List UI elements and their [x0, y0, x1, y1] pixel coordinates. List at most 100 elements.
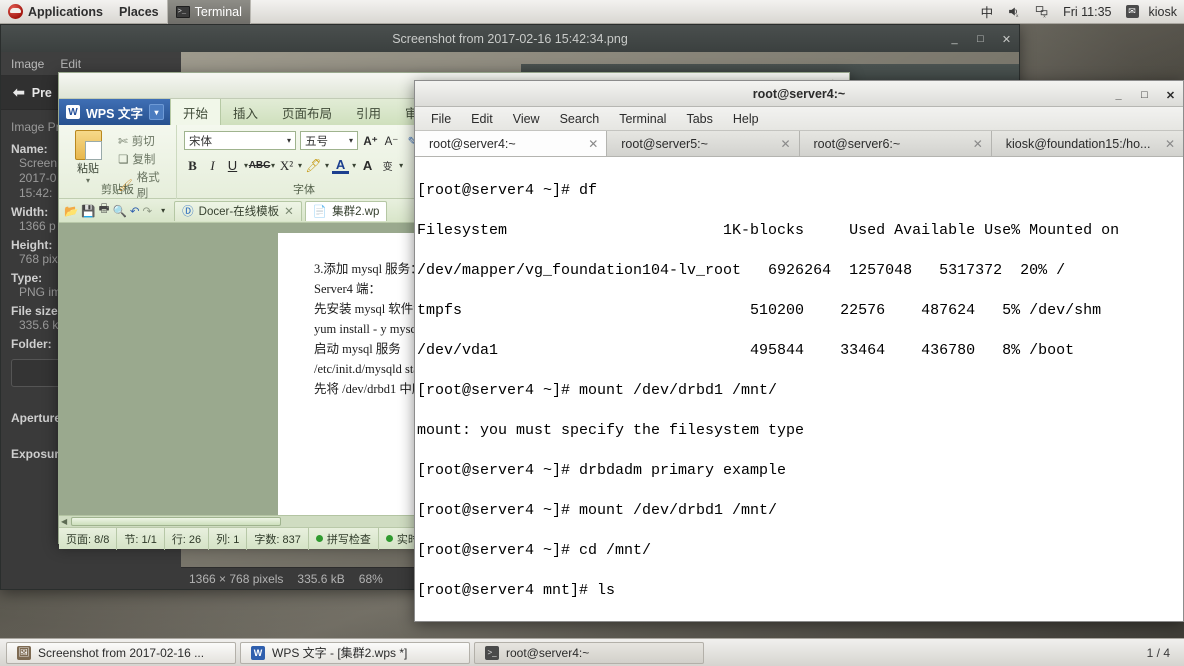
minimize-button[interactable]: _ [948, 33, 961, 46]
open-icon[interactable]: 📂 [64, 204, 78, 218]
scrollbar-thumb[interactable] [71, 517, 282, 526]
property-key: Height: [11, 238, 53, 252]
increase-font-size-button[interactable]: A⁺ [362, 132, 379, 149]
ribbon-tab-page-layout[interactable]: 页面布局 [270, 99, 344, 125]
cut-button[interactable]: ✄ 剪切 [118, 133, 169, 149]
workspace-switcher[interactable]: 1 / 4 [1147, 646, 1178, 660]
menu-edit[interactable]: Edit [471, 112, 493, 126]
network-button[interactable]: x [1028, 0, 1056, 24]
chevron-down-icon: ▾ [286, 136, 291, 145]
character-shading-button[interactable]: A [359, 157, 376, 174]
status-spellcheck[interactable]: 拼写检查 [309, 527, 379, 550]
places-menu-label: Places [119, 4, 159, 19]
paste-icon[interactable] [74, 130, 102, 160]
window-list-terminal[interactable]: >_ Terminal [166, 0, 251, 24]
font-color-button[interactable]: A [332, 157, 350, 174]
minimize-button[interactable]: _ [1112, 89, 1125, 102]
places-menu[interactable]: Places [111, 0, 167, 24]
phonetic-guide-button[interactable]: 变 [379, 157, 396, 174]
document-tab-cluster2[interactable]: 📄 集群2.wp [304, 200, 388, 221]
print-icon[interactable]: 🖶 [99, 201, 110, 220]
image-zoom-label: 68% [358, 571, 383, 586]
font-size-select[interactable]: 五号 ▾ [300, 131, 358, 150]
document-tab-docer[interactable]: Ⓓ Docer-在线模板 ✕ [174, 200, 302, 221]
volume-muted-icon: x [1009, 7, 1019, 18]
status-dot-icon [315, 535, 323, 542]
menu-view[interactable]: View [513, 112, 540, 126]
ribbon-tab-start[interactable]: 开始 [169, 99, 221, 125]
terminal-title: root@server4:~ [752, 86, 846, 101]
property-key: Folder: [11, 337, 52, 351]
chevron-down-icon[interactable]: ▾ [244, 161, 248, 170]
bold-button[interactable]: B [184, 157, 201, 174]
volume-button[interactable]: x [1000, 0, 1028, 24]
paste-label[interactable]: 粘贴 [66, 160, 110, 176]
scroll-left-arrow-icon[interactable]: ◀ [59, 517, 69, 526]
applications-menu[interactable]: Applications [0, 0, 111, 24]
menu-help[interactable]: Help [733, 112, 759, 126]
close-icon[interactable]: ✕ [284, 204, 294, 218]
chevron-down-icon[interactable]: ▾ [271, 161, 275, 170]
ribbon-tab-references[interactable]: 引用 [344, 99, 393, 125]
menu-terminal[interactable]: Terminal [619, 112, 666, 126]
taskbar-button-wps[interactable]: W WPS 文字 - [集群2.wps *] [240, 641, 470, 664]
close-icon[interactable]: ✕ [973, 137, 983, 151]
menu-search[interactable]: Search [560, 112, 600, 126]
terminal-output[interactable]: [root@server4 ~]# df Filesystem 1K-block… [415, 157, 1183, 621]
network-disconnected-icon: x [1036, 6, 1048, 18]
close-icon[interactable]: ✕ [780, 137, 790, 151]
user-account-icon: ✉ [1125, 5, 1139, 18]
highlight-color-button[interactable]: 🖊 [305, 157, 322, 174]
copy-button[interactable]: ❏ 复制 [118, 151, 169, 167]
chevron-down-icon[interactable]: ▾ [352, 161, 356, 170]
ribbon-tab-insert[interactable]: 插入 [221, 99, 270, 125]
terminal-tab-server5[interactable]: root@server5:~ ✕ [607, 131, 800, 156]
menu-tabs[interactable]: Tabs [686, 112, 712, 126]
maximize-button[interactable]: □ [974, 33, 987, 46]
taskbar-button-screenshot[interactable]: 🖼 Screenshot from 2017-02-16 ... [6, 641, 236, 664]
close-icon[interactable]: ✕ [1165, 137, 1175, 151]
undo-icon[interactable]: ↶ [130, 204, 140, 218]
taskbar-button-label: WPS 文字 - [集群2.wps *] [272, 646, 408, 660]
taskbar-button-terminal[interactable]: >_ root@server4:~ [474, 641, 704, 664]
menu-image[interactable]: Image [11, 57, 44, 71]
close-button[interactable]: ✕ [1000, 33, 1013, 46]
wps-app-button[interactable]: W WPS 文字 ▾ [59, 99, 170, 125]
wps-logo-icon: W [66, 105, 80, 119]
save-icon[interactable]: 💾 [81, 204, 95, 218]
terminal-line: [root@server4 ~]# drbdadm primary exampl… [417, 462, 787, 479]
close-icon[interactable]: ✕ [588, 137, 598, 151]
clock[interactable]: Fri 11:35 [1056, 0, 1118, 24]
bottom-panel: 🖼 Screenshot from 2017-02-16 ... W WPS 文… [0, 638, 1184, 666]
font-name-select[interactable]: 宋体 ▾ [184, 131, 296, 150]
superscript-button[interactable]: X² [278, 157, 295, 174]
quick-access-more-icon[interactable]: ▾ [155, 206, 171, 215]
strikethrough-button[interactable]: ABC [249, 157, 271, 174]
chevron-down-icon[interactable]: ▾ [298, 161, 302, 170]
ribbon-group-font: 宋体 ▾ 五号 ▾ A⁺ A⁻ ✎ B I U ▾ ABC ▾ X² ▾ 🖊 ▾… [177, 125, 432, 199]
terminal-line: /dev/vda1 495844 33464 436780 8% /boot [417, 342, 1075, 359]
terminal-window[interactable]: root@server4:~ _ □ ✕ File Edit View Sear… [414, 80, 1184, 622]
input-method-indicator[interactable]: 中 [974, 0, 1001, 24]
status-spellcheck-label: 拼写检查 [326, 533, 371, 546]
decrease-font-size-button[interactable]: A⁻ [383, 132, 400, 149]
chevron-down-icon[interactable]: ▾ [325, 161, 329, 170]
print-preview-icon[interactable]: 🔍 [113, 204, 127, 218]
chevron-down-icon[interactable]: ▾ [148, 104, 164, 120]
terminal-tab-foundation15[interactable]: kiosk@foundation15:/ho... ✕ [991, 131, 1183, 156]
italic-button[interactable]: I [204, 157, 221, 174]
terminal-tab-server4[interactable]: root@server4:~ ✕ [415, 131, 608, 156]
underline-button[interactable]: U [224, 157, 241, 174]
image-dimensions-label: 1366 × 768 pixels [189, 571, 284, 586]
menu-edit[interactable]: Edit [60, 57, 81, 71]
close-button[interactable]: ✕ [1164, 89, 1177, 102]
image-viewer-titlebar[interactable]: Screenshot from 2017-02-16 15:42:34.png … [0, 24, 1020, 52]
user-menu[interactable]: ✉ kiosk [1119, 0, 1184, 24]
chevron-down-icon[interactable]: ▾ [399, 161, 403, 170]
terminal-tab-server6[interactable]: root@server6:~ ✕ [799, 131, 992, 156]
chevron-down-icon: ▾ [348, 136, 353, 145]
redo-icon[interactable]: ↷ [142, 204, 152, 218]
terminal-titlebar[interactable]: root@server4:~ _ □ ✕ [415, 81, 1183, 107]
menu-file[interactable]: File [431, 112, 451, 126]
maximize-button[interactable]: □ [1138, 89, 1151, 102]
